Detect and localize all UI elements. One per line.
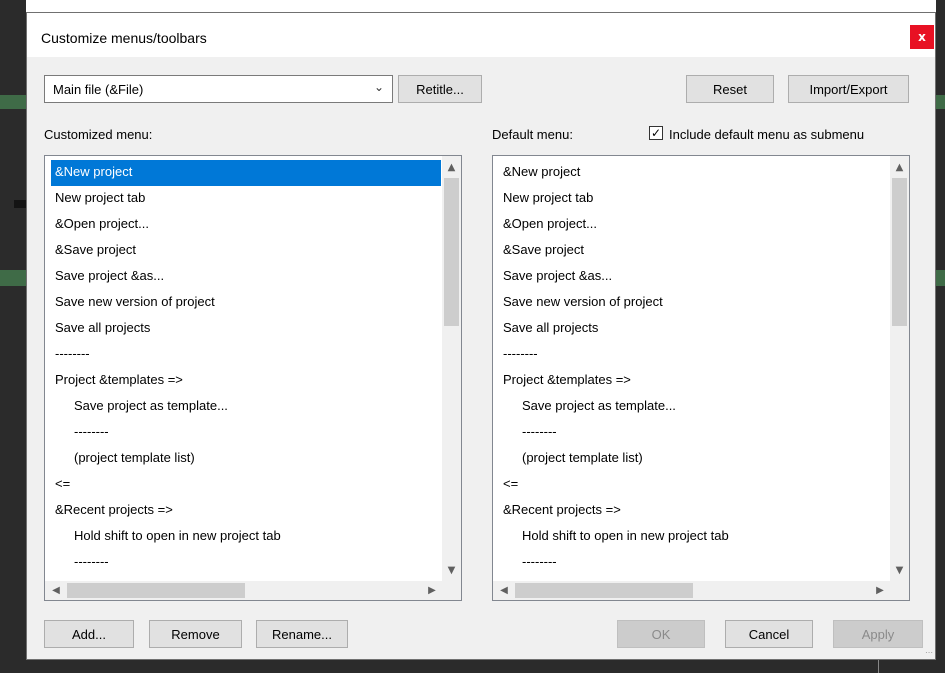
screen: Customize menus/toolbars x Main file (&F… (0, 0, 945, 673)
background-track-strip (936, 95, 945, 109)
customize-dialog: Customize menus/toolbars x Main file (&F… (26, 12, 936, 660)
apply-button[interactable]: Apply (833, 620, 923, 648)
scroll-left-icon[interactable]: ◀ (495, 581, 513, 600)
list-item[interactable]: (project template list) (499, 446, 889, 472)
add-button[interactable]: Add... (44, 620, 134, 648)
list-item[interactable]: Save all projects (499, 316, 889, 342)
scrollbar-corner (890, 581, 909, 600)
list-item[interactable]: &Recent projects => (51, 498, 441, 524)
scroll-thumb[interactable] (892, 178, 907, 326)
list-item[interactable]: Save all projects (51, 316, 441, 342)
rename-button[interactable]: Rename... (256, 620, 348, 648)
scroll-up-icon[interactable]: ▲ (442, 158, 461, 176)
chevron-down-icon: ⌄ (373, 80, 384, 94)
horizontal-scrollbar[interactable]: ◀ ▶ (45, 581, 443, 600)
list-item[interactable]: -------- (499, 420, 889, 446)
list-item[interactable]: Save project as template... (51, 394, 441, 420)
scroll-right-icon[interactable]: ▶ (423, 581, 441, 600)
background-app-left (0, 0, 26, 673)
customized-menu-label: Customized menu: (44, 127, 153, 142)
list-item[interactable]: New project tab (51, 186, 441, 212)
horizontal-scrollbar[interactable]: ◀ ▶ (493, 581, 891, 600)
list-item[interactable]: -------- (51, 420, 441, 446)
list-item[interactable]: -------- (499, 342, 889, 368)
list-item[interactable]: Save project as template... (499, 394, 889, 420)
scroll-thumb[interactable] (67, 583, 245, 598)
scroll-up-icon[interactable]: ▲ (890, 158, 909, 176)
list-item[interactable]: <= (499, 472, 889, 498)
list-item[interactable]: Save new version of project (51, 290, 441, 316)
resize-grip-icon[interactable]: ⋯ (925, 648, 933, 657)
background-track-strip (936, 270, 945, 286)
list-item[interactable]: Project &templates => (499, 368, 889, 394)
list-item[interactable]: &Open project... (499, 212, 889, 238)
cancel-button[interactable]: Cancel (725, 620, 813, 648)
scroll-right-icon[interactable]: ▶ (871, 581, 889, 600)
list-item[interactable]: Hold shift to open in new project tab (499, 524, 889, 550)
default-menu-list[interactable]: &New project New project tab &Open project… (492, 155, 910, 601)
list-item[interactable]: &Open project... (51, 212, 441, 238)
include-default-label[interactable]: Include default menu as submenu (669, 127, 864, 142)
customized-menu-items: &New project New project tab &Open project… (51, 160, 441, 576)
background-divider (878, 660, 879, 673)
list-item[interactable]: Hold shift to open in new project tab (51, 524, 441, 550)
remove-button[interactable]: Remove (149, 620, 242, 648)
list-item[interactable]: Project &templates => (51, 368, 441, 394)
list-item[interactable]: (project template list) (51, 446, 441, 472)
reset-button[interactable]: Reset (686, 75, 774, 103)
background-track-marker (14, 200, 26, 208)
list-item[interactable]: Save project &as... (499, 264, 889, 290)
scroll-down-icon[interactable]: ▼ (890, 561, 909, 579)
ok-button[interactable]: OK (617, 620, 705, 648)
list-item[interactable]: &Save project (499, 238, 889, 264)
list-item[interactable]: Save new version of project (499, 290, 889, 316)
scrollbar-corner (442, 581, 461, 600)
list-item[interactable]: &New project (499, 160, 889, 186)
list-item[interactable]: &Recent projects => (499, 498, 889, 524)
default-menu-label: Default menu: (492, 127, 573, 142)
list-item[interactable]: -------- (51, 342, 441, 368)
vertical-scrollbar[interactable]: ▲ ▼ (890, 156, 909, 581)
menu-select-value: Main file (&File) (53, 82, 144, 97)
close-button[interactable]: x (910, 25, 934, 49)
vertical-scrollbar[interactable]: ▲ ▼ (442, 156, 461, 581)
dialog-title: Customize menus/toolbars (41, 30, 207, 46)
include-default-checkbox[interactable]: ✓ (649, 126, 663, 140)
background-app-bottom (0, 660, 945, 673)
list-item[interactable]: Save project &as... (51, 264, 441, 290)
customized-menu-list[interactable]: &New project New project tab &Open project… (44, 155, 462, 601)
menu-select[interactable]: Main file (&File) ⌄ (44, 75, 393, 103)
dialog-titlebar: Customize menus/toolbars x (27, 13, 935, 57)
background-track-strip (0, 95, 26, 109)
import-export-button[interactable]: Import/Export (788, 75, 909, 103)
scroll-down-icon[interactable]: ▼ (442, 561, 461, 579)
list-item[interactable]: &Save project (51, 238, 441, 264)
checkmark-icon: ✓ (650, 126, 662, 140)
background-track-strip (0, 270, 26, 286)
scroll-thumb[interactable] (515, 583, 693, 598)
scroll-thumb[interactable] (444, 178, 459, 326)
background-app-right (936, 0, 945, 673)
list-item[interactable]: -------- (51, 550, 441, 576)
retitle-button[interactable]: Retitle... (398, 75, 482, 103)
list-item[interactable]: <= (51, 472, 441, 498)
list-item[interactable]: &New project (51, 160, 441, 186)
default-menu-items: &New project New project tab &Open project… (499, 160, 889, 576)
scroll-left-icon[interactable]: ◀ (47, 581, 65, 600)
list-item[interactable]: New project tab (499, 186, 889, 212)
list-item[interactable]: -------- (499, 550, 889, 576)
